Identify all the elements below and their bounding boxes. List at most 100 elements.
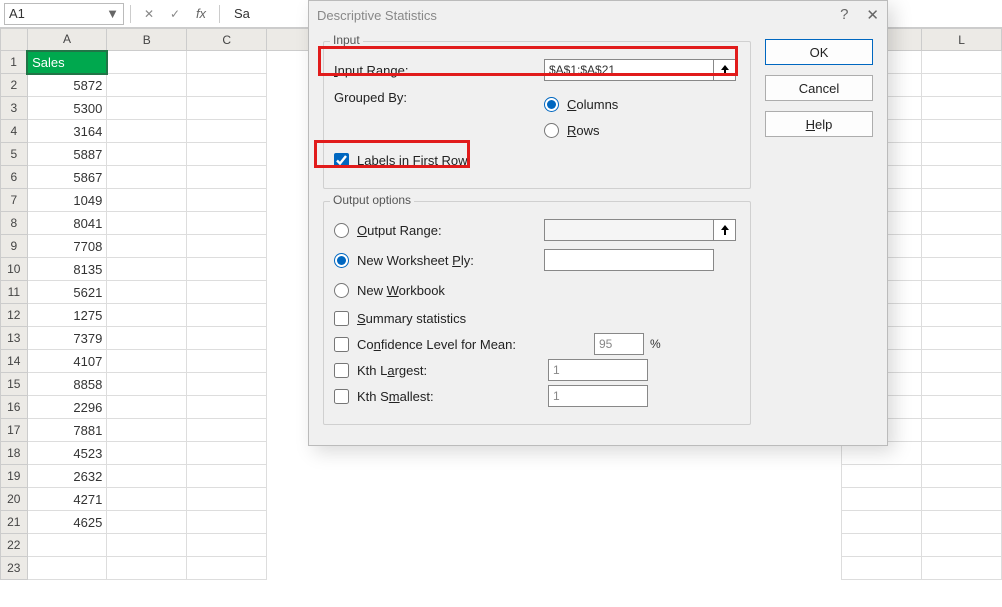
- grouped-by-label: Grouped By:: [334, 90, 544, 105]
- select-all-corner[interactable]: [1, 29, 28, 51]
- cell[interactable]: 5300: [27, 97, 107, 120]
- cell[interactable]: [107, 51, 187, 74]
- row-header[interactable]: 2: [1, 74, 28, 97]
- dialog-titlebar[interactable]: Descriptive Statistics ? ✕: [309, 1, 887, 29]
- row-header[interactable]: 4: [1, 120, 28, 143]
- cancel-formula-icon[interactable]: ✕: [137, 3, 161, 25]
- cell[interactable]: 2296: [27, 396, 107, 419]
- help-icon[interactable]: ?: [840, 6, 848, 24]
- new-workbook-radio[interactable]: [334, 283, 349, 298]
- labels-first-row-label: Labels in First Row: [357, 153, 468, 168]
- new-worksheet-radio[interactable]: [334, 253, 349, 268]
- row-header[interactable]: 9: [1, 235, 28, 258]
- cell[interactable]: [922, 51, 1002, 74]
- confidence-field[interactable]: 95: [594, 333, 644, 355]
- cell[interactable]: [27, 557, 107, 580]
- ok-button[interactable]: OK: [765, 39, 873, 65]
- cell[interactable]: 4107: [27, 350, 107, 373]
- row-header[interactable]: 15: [1, 373, 28, 396]
- kth-largest-check[interactable]: [334, 363, 349, 378]
- summary-stats-label: Summary statistics: [357, 311, 466, 326]
- input-range-label: Input Range:: [334, 63, 544, 78]
- output-range-label: Output Range:: [357, 223, 442, 238]
- descriptive-statistics-dialog: Descriptive Statistics ? ✕ Input Input R…: [308, 0, 888, 446]
- output-range-radio[interactable]: [334, 223, 349, 238]
- kth-smallest-field[interactable]: 1: [548, 385, 648, 407]
- row-header[interactable]: 16: [1, 396, 28, 419]
- fx-icon[interactable]: fx: [189, 3, 213, 25]
- col-header-L[interactable]: L: [922, 29, 1002, 51]
- row-header[interactable]: 20: [1, 488, 28, 511]
- formula-input[interactable]: Sa: [226, 6, 250, 21]
- summary-stats-check[interactable]: [334, 311, 349, 326]
- row-header[interactable]: 23: [1, 557, 28, 580]
- input-group-label: Input: [330, 33, 363, 47]
- accept-formula-icon[interactable]: ✓: [163, 3, 187, 25]
- row-header[interactable]: 13: [1, 327, 28, 350]
- input-range-field[interactable]: $A$1:$A$21: [544, 59, 714, 81]
- cell[interactable]: 8858: [27, 373, 107, 396]
- range-picker-icon[interactable]: [714, 59, 736, 81]
- row-header[interactable]: 11: [1, 281, 28, 304]
- cell[interactable]: 1049: [27, 189, 107, 212]
- cell[interactable]: 2632: [27, 465, 107, 488]
- row-header[interactable]: 17: [1, 419, 28, 442]
- row-header[interactable]: 19: [1, 465, 28, 488]
- row-header[interactable]: 14: [1, 350, 28, 373]
- cell[interactable]: 5867: [27, 166, 107, 189]
- output-group: Output options Output Range: New Workshe…: [323, 201, 751, 425]
- cell[interactable]: 8135: [27, 258, 107, 281]
- help-button[interactable]: Help: [765, 111, 873, 137]
- kth-largest-field[interactable]: 1: [548, 359, 648, 381]
- labels-first-row-check[interactable]: [334, 153, 349, 168]
- cell[interactable]: 4625: [27, 511, 107, 534]
- row-header[interactable]: 3: [1, 97, 28, 120]
- row-header[interactable]: 10: [1, 258, 28, 281]
- cell[interactable]: 3164: [27, 120, 107, 143]
- output-range-field[interactable]: [544, 219, 714, 241]
- cell[interactable]: [27, 534, 107, 557]
- percent-label: %: [650, 337, 661, 351]
- row-header[interactable]: 8: [1, 212, 28, 235]
- rows-radio[interactable]: [544, 123, 559, 138]
- row-header[interactable]: 6: [1, 166, 28, 189]
- cell[interactable]: 7379: [27, 327, 107, 350]
- output-group-label: Output options: [330, 193, 414, 207]
- cell[interactable]: 4271: [27, 488, 107, 511]
- row-header[interactable]: 5: [1, 143, 28, 166]
- row-header[interactable]: 21: [1, 511, 28, 534]
- cell[interactable]: 5621: [27, 281, 107, 304]
- row-header[interactable]: 7: [1, 189, 28, 212]
- close-icon[interactable]: ✕: [866, 6, 879, 24]
- confidence-label: Confidence Level for Mean:: [357, 337, 516, 352]
- row-header[interactable]: 12: [1, 304, 28, 327]
- col-header-B[interactable]: B: [107, 29, 187, 51]
- cell[interactable]: 5887: [27, 143, 107, 166]
- cell[interactable]: 4523: [27, 442, 107, 465]
- chevron-down-icon: ▼: [106, 6, 119, 21]
- kth-smallest-check[interactable]: [334, 389, 349, 404]
- name-box[interactable]: A1 ▼: [4, 3, 124, 25]
- separator: [130, 5, 131, 23]
- cell[interactable]: 8041: [27, 212, 107, 235]
- row-header[interactable]: 1: [1, 51, 28, 74]
- rows-radio-label: Rows: [567, 123, 600, 138]
- cell[interactable]: 7881: [27, 419, 107, 442]
- new-worksheet-field[interactable]: [544, 249, 714, 271]
- col-header-A[interactable]: A: [27, 29, 107, 51]
- row-header[interactable]: 18: [1, 442, 28, 465]
- input-group: Input Input Range: $A$1:$A$21 Grouped By…: [323, 41, 751, 189]
- cell[interactable]: [187, 51, 267, 74]
- cell[interactable]: 1275: [27, 304, 107, 327]
- range-picker-icon[interactable]: [714, 219, 736, 241]
- cancel-button[interactable]: Cancel: [765, 75, 873, 101]
- confidence-check[interactable]: [334, 337, 349, 352]
- new-workbook-label: New Workbook: [357, 283, 445, 298]
- col-header-C[interactable]: C: [187, 29, 267, 51]
- cell[interactable]: 7708: [27, 235, 107, 258]
- name-box-text: A1: [9, 6, 25, 21]
- cell[interactable]: 5872: [27, 74, 107, 97]
- row-header[interactable]: 22: [1, 534, 28, 557]
- cell-A1[interactable]: Sales: [27, 51, 107, 74]
- columns-radio[interactable]: [544, 97, 559, 112]
